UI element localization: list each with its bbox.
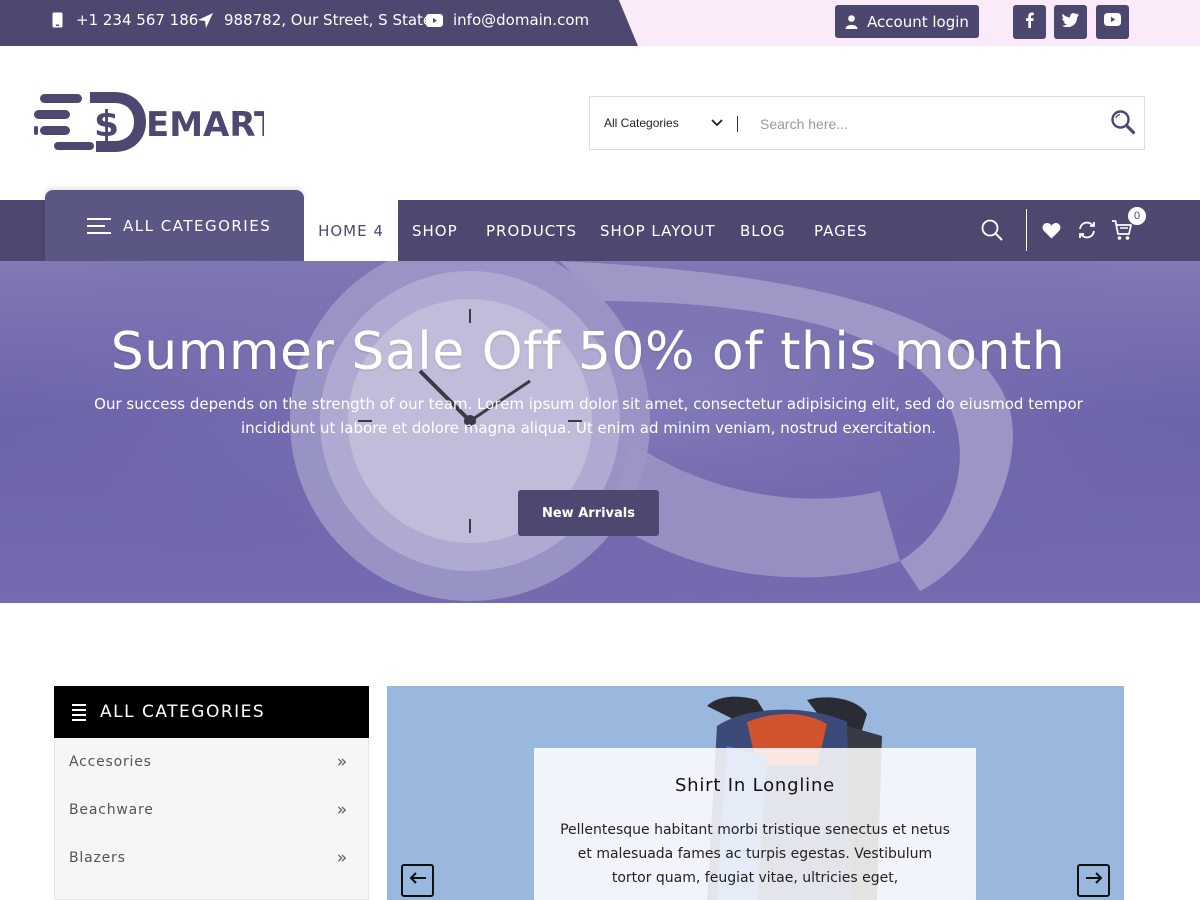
nav-item-shop[interactable]: SHOP xyxy=(412,200,458,261)
twitter-button[interactable] xyxy=(1054,5,1087,39)
nav-item-label: BLOG xyxy=(740,221,786,240)
categories-panel-header: ALL CATEGORIES xyxy=(54,686,369,738)
category-item-label: Accesories xyxy=(69,754,152,770)
location-arrow-icon xyxy=(196,11,214,29)
nav-item-pages[interactable]: PAGES xyxy=(814,200,868,261)
double-chevron-right-icon: » xyxy=(336,800,348,820)
facebook-icon xyxy=(1025,12,1034,33)
heart-icon[interactable] xyxy=(1037,216,1065,244)
youtube-button[interactable] xyxy=(1096,5,1129,39)
all-categories-label: ALL CATEGORIES xyxy=(123,216,272,235)
nav-item-products[interactable]: PRODUCTS xyxy=(486,200,577,261)
search-icon[interactable] xyxy=(1110,109,1136,140)
list-icon xyxy=(72,703,86,721)
double-chevron-right-icon: » xyxy=(336,848,348,868)
nav-item-home[interactable]: HOME 4 xyxy=(304,200,398,261)
user-icon xyxy=(845,14,858,29)
category-item-accesories[interactable]: Accesories » xyxy=(55,738,368,786)
search-divider xyxy=(737,116,738,132)
refresh-icon[interactable] xyxy=(1073,216,1101,244)
email-contact[interactable]: info@domain.com xyxy=(425,0,589,40)
nav-item-label: PAGES xyxy=(814,221,868,240)
account-login-button[interactable]: Account login xyxy=(835,5,979,38)
hero-title: Summer Sale Off 50% of this month xyxy=(110,322,1066,382)
phone-icon xyxy=(48,11,66,29)
hero-description: Our success depends on the strength of o… xyxy=(94,395,1083,437)
phone-text: +1 234 567 186 xyxy=(76,11,199,29)
cart-count-badge: 0 xyxy=(1128,207,1146,225)
facebook-button[interactable] xyxy=(1013,5,1046,39)
category-item-blazers[interactable]: Blazers » xyxy=(55,834,368,882)
category-select-value: All Categories xyxy=(604,116,679,130)
phone-contact[interactable]: +1 234 567 186 xyxy=(48,0,198,40)
categories-panel-title: ALL CATEGORIES xyxy=(100,702,266,722)
site-logo[interactable]: $ EMART xyxy=(34,88,278,154)
arrow-right-icon xyxy=(1085,871,1103,890)
search-input[interactable] xyxy=(760,111,1100,137)
category-item-label: Blazers xyxy=(69,850,126,866)
new-arrivals-button[interactable]: New Arrivals xyxy=(518,490,659,536)
nav-item-label: PRODUCTS xyxy=(486,221,577,240)
category-select[interactable]: All Categories xyxy=(604,97,679,149)
email-text: info@domain.com xyxy=(453,11,590,29)
youtube-mail-icon xyxy=(425,11,443,29)
search-bar: All Categories xyxy=(589,96,1145,150)
menu-icon xyxy=(87,217,111,234)
nav-separator xyxy=(1026,209,1027,251)
nav-item-blog[interactable]: BLOG xyxy=(740,200,786,261)
address-text: 988782, Our Street, S State xyxy=(224,11,433,29)
slider-prev-button[interactable] xyxy=(401,864,434,897)
twitter-icon xyxy=(1062,12,1079,32)
logo-wordmark: EMART xyxy=(146,105,264,145)
account-login-label: Account login xyxy=(867,12,969,31)
slide-description: Pellentesque habitant morbi tristique se… xyxy=(560,822,950,886)
slide-title: Shirt In Longline xyxy=(674,775,836,796)
address-contact: 988782, Our Street, S State xyxy=(196,0,432,40)
nav-item-label: SHOP xyxy=(412,221,458,240)
nav-item-label: HOME 4 xyxy=(318,221,384,240)
nav-search-icon[interactable] xyxy=(978,216,1006,244)
double-chevron-right-icon: » xyxy=(336,752,348,772)
slider-next-button[interactable] xyxy=(1077,864,1110,897)
chevron-down-icon[interactable] xyxy=(710,115,724,134)
category-item-label: Beachware xyxy=(69,802,154,818)
nav-item-shop-layout[interactable]: SHOP LAYOUT xyxy=(600,200,716,261)
nav-item-label: SHOP LAYOUT xyxy=(600,221,716,240)
category-item-beachware[interactable]: Beachware » xyxy=(55,786,368,834)
all-categories-toggle[interactable]: ALL CATEGORIES xyxy=(45,190,304,261)
youtube-icon xyxy=(1104,13,1121,31)
logo-dollar-mark: $ xyxy=(94,104,119,145)
arrow-left-icon xyxy=(409,871,427,890)
